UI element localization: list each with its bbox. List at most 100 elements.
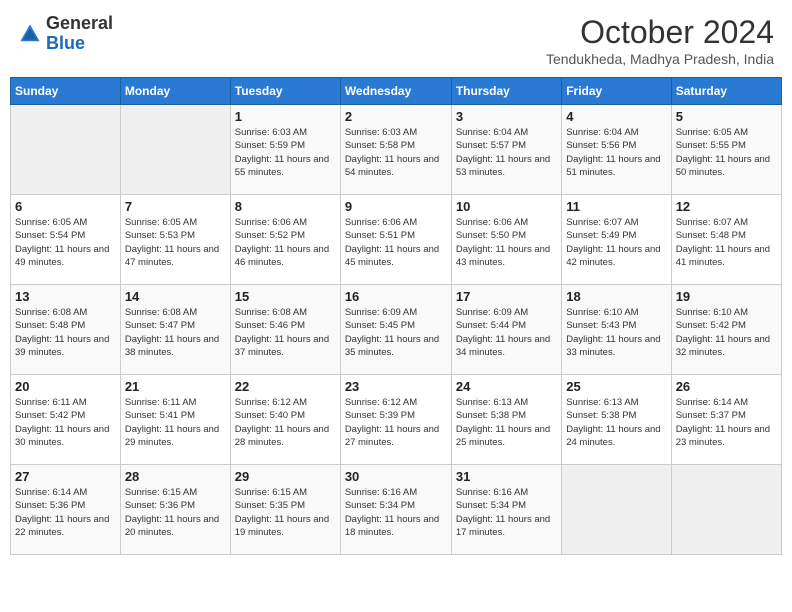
logo-general: General xyxy=(46,13,113,33)
day-number: 22 xyxy=(235,379,336,394)
day-info: Sunrise: 6:11 AMSunset: 5:42 PMDaylight:… xyxy=(15,396,116,449)
day-info: Sunrise: 6:14 AMSunset: 5:37 PMDaylight:… xyxy=(676,396,777,449)
day-cell: 15 Sunrise: 6:08 AMSunset: 5:46 PMDayligh… xyxy=(230,285,340,375)
calendar-table: SundayMondayTuesdayWednesdayThursdayFrid… xyxy=(10,77,782,555)
day-cell: 18 Sunrise: 6:10 AMSunset: 5:43 PMDayligh… xyxy=(562,285,671,375)
day-cell xyxy=(120,105,230,195)
day-number: 10 xyxy=(456,199,557,214)
day-number: 20 xyxy=(15,379,116,394)
day-number: 4 xyxy=(566,109,666,124)
logo-blue: Blue xyxy=(46,33,85,53)
day-number: 18 xyxy=(566,289,666,304)
day-cell: 10 Sunrise: 6:06 AMSunset: 5:50 PMDayligh… xyxy=(451,195,561,285)
week-row-2: 6 Sunrise: 6:05 AMSunset: 5:54 PMDaylight… xyxy=(11,195,782,285)
week-row-4: 20 Sunrise: 6:11 AMSunset: 5:42 PMDayligh… xyxy=(11,375,782,465)
day-info: Sunrise: 6:12 AMSunset: 5:39 PMDaylight:… xyxy=(345,396,447,449)
day-cell: 29Sunrise: 6:15 AMSunset: 5:35 PMDayligh… xyxy=(230,465,340,555)
logo-text: General Blue xyxy=(46,14,113,54)
header-day-monday: Monday xyxy=(120,78,230,105)
day-info: Sunrise: 6:10 AMSunset: 5:42 PMDaylight:… xyxy=(676,306,777,359)
logo-icon xyxy=(18,22,42,46)
header-day-saturday: Saturday xyxy=(671,78,781,105)
day-info: Sunrise: 6:11 AMSunset: 5:41 PMDaylight:… xyxy=(125,396,226,449)
header-day-thursday: Thursday xyxy=(451,78,561,105)
day-cell: 24 Sunrise: 6:13 AMSunset: 5:38 PMDayligh… xyxy=(451,375,561,465)
day-info: Sunrise: 6:06 AMSunset: 5:51 PMDaylight:… xyxy=(345,216,447,269)
page-header: General Blue October 2024 Tendukheda, Ma… xyxy=(10,10,782,71)
day-cell: 2 Sunrise: 6:03 AMSunset: 5:58 PMDaylight… xyxy=(340,105,451,195)
day-info: Sunrise: 6:08 AMSunset: 5:46 PMDaylight:… xyxy=(235,306,336,359)
calendar-header: SundayMondayTuesdayWednesdayThursdayFrid… xyxy=(11,78,782,105)
day-info: Sunrise: 6:03 AMSunset: 5:58 PMDaylight:… xyxy=(345,126,447,179)
day-cell xyxy=(562,465,671,555)
day-cell: 28Sunrise: 6:15 AMSunset: 5:36 PMDayligh… xyxy=(120,465,230,555)
day-cell: 1 Sunrise: 6:03 AMSunset: 5:59 PMDaylight… xyxy=(230,105,340,195)
week-row-3: 13Sunrise: 6:08 AMSunset: 5:48 PMDayligh… xyxy=(11,285,782,375)
month-title: October 2024 xyxy=(546,14,774,51)
day-info: Sunrise: 6:09 AMSunset: 5:44 PMDaylight:… xyxy=(456,306,557,359)
day-cell: 25Sunrise: 6:13 AMSunset: 5:38 PMDayligh… xyxy=(562,375,671,465)
day-info: Sunrise: 6:05 AMSunset: 5:53 PMDaylight:… xyxy=(125,216,226,269)
day-number: 31 xyxy=(456,469,557,484)
day-number: 2 xyxy=(345,109,447,124)
day-info: Sunrise: 6:03 AMSunset: 5:59 PMDaylight:… xyxy=(235,126,336,179)
day-cell: 19 Sunrise: 6:10 AMSunset: 5:42 PMDayligh… xyxy=(671,285,781,375)
day-cell: 20 Sunrise: 6:11 AMSunset: 5:42 PMDayligh… xyxy=(11,375,121,465)
week-row-5: 27Sunrise: 6:14 AMSunset: 5:36 PMDayligh… xyxy=(11,465,782,555)
day-number: 13 xyxy=(15,289,116,304)
calendar-body: 1 Sunrise: 6:03 AMSunset: 5:59 PMDaylight… xyxy=(11,105,782,555)
header-day-sunday: Sunday xyxy=(11,78,121,105)
day-info: Sunrise: 6:16 AMSunset: 5:34 PMDaylight:… xyxy=(456,486,557,539)
day-info: Sunrise: 6:05 AMSunset: 5:55 PMDaylight:… xyxy=(676,126,777,179)
day-cell xyxy=(671,465,781,555)
day-cell: 23 Sunrise: 6:12 AMSunset: 5:39 PMDayligh… xyxy=(340,375,451,465)
header-day-friday: Friday xyxy=(562,78,671,105)
day-number: 23 xyxy=(345,379,447,394)
title-section: October 2024 Tendukheda, Madhya Pradesh,… xyxy=(546,14,774,67)
day-cell: 4 Sunrise: 6:04 AMSunset: 5:56 PMDaylight… xyxy=(562,105,671,195)
day-number: 7 xyxy=(125,199,226,214)
day-cell: 5 Sunrise: 6:05 AMSunset: 5:55 PMDaylight… xyxy=(671,105,781,195)
day-number: 16 xyxy=(345,289,447,304)
day-number: 5 xyxy=(676,109,777,124)
day-cell: 12Sunrise: 6:07 AMSunset: 5:48 PMDayligh… xyxy=(671,195,781,285)
day-cell: 31 Sunrise: 6:16 AMSunset: 5:34 PMDayligh… xyxy=(451,465,561,555)
logo: General Blue xyxy=(18,14,113,54)
day-cell: 3Sunrise: 6:04 AMSunset: 5:57 PMDaylight… xyxy=(451,105,561,195)
day-info: Sunrise: 6:13 AMSunset: 5:38 PMDaylight:… xyxy=(456,396,557,449)
day-number: 26 xyxy=(676,379,777,394)
day-cell: 8Sunrise: 6:06 AMSunset: 5:52 PMDaylight… xyxy=(230,195,340,285)
day-info: Sunrise: 6:05 AMSunset: 5:54 PMDaylight:… xyxy=(15,216,116,269)
day-number: 17 xyxy=(456,289,557,304)
day-number: 19 xyxy=(676,289,777,304)
day-number: 29 xyxy=(235,469,336,484)
day-cell: 16 Sunrise: 6:09 AMSunset: 5:45 PMDayligh… xyxy=(340,285,451,375)
day-info: Sunrise: 6:06 AMSunset: 5:52 PMDaylight:… xyxy=(235,216,336,269)
day-number: 12 xyxy=(676,199,777,214)
day-info: Sunrise: 6:06 AMSunset: 5:50 PMDaylight:… xyxy=(456,216,557,269)
location: Tendukheda, Madhya Pradesh, India xyxy=(546,51,774,67)
day-cell: 7 Sunrise: 6:05 AMSunset: 5:53 PMDaylight… xyxy=(120,195,230,285)
day-number: 25 xyxy=(566,379,666,394)
day-number: 30 xyxy=(345,469,447,484)
day-cell: 14 Sunrise: 6:08 AMSunset: 5:47 PMDayligh… xyxy=(120,285,230,375)
day-number: 6 xyxy=(15,199,116,214)
day-cell: 6 Sunrise: 6:05 AMSunset: 5:54 PMDaylight… xyxy=(11,195,121,285)
day-info: Sunrise: 6:04 AMSunset: 5:57 PMDaylight:… xyxy=(456,126,557,179)
day-info: Sunrise: 6:04 AMSunset: 5:56 PMDaylight:… xyxy=(566,126,666,179)
day-info: Sunrise: 6:07 AMSunset: 5:49 PMDaylight:… xyxy=(566,216,666,269)
day-number: 21 xyxy=(125,379,226,394)
day-info: Sunrise: 6:09 AMSunset: 5:45 PMDaylight:… xyxy=(345,306,447,359)
day-number: 24 xyxy=(456,379,557,394)
day-number: 11 xyxy=(566,199,666,214)
day-number: 15 xyxy=(235,289,336,304)
day-info: Sunrise: 6:12 AMSunset: 5:40 PMDaylight:… xyxy=(235,396,336,449)
day-cell: 17 Sunrise: 6:09 AMSunset: 5:44 PMDayligh… xyxy=(451,285,561,375)
day-cell: 26 Sunrise: 6:14 AMSunset: 5:37 PMDayligh… xyxy=(671,375,781,465)
day-number: 1 xyxy=(235,109,336,124)
day-number: 14 xyxy=(125,289,226,304)
day-info: Sunrise: 6:10 AMSunset: 5:43 PMDaylight:… xyxy=(566,306,666,359)
day-cell: 22 Sunrise: 6:12 AMSunset: 5:40 PMDayligh… xyxy=(230,375,340,465)
day-cell: 27Sunrise: 6:14 AMSunset: 5:36 PMDayligh… xyxy=(11,465,121,555)
day-info: Sunrise: 6:08 AMSunset: 5:47 PMDaylight:… xyxy=(125,306,226,359)
